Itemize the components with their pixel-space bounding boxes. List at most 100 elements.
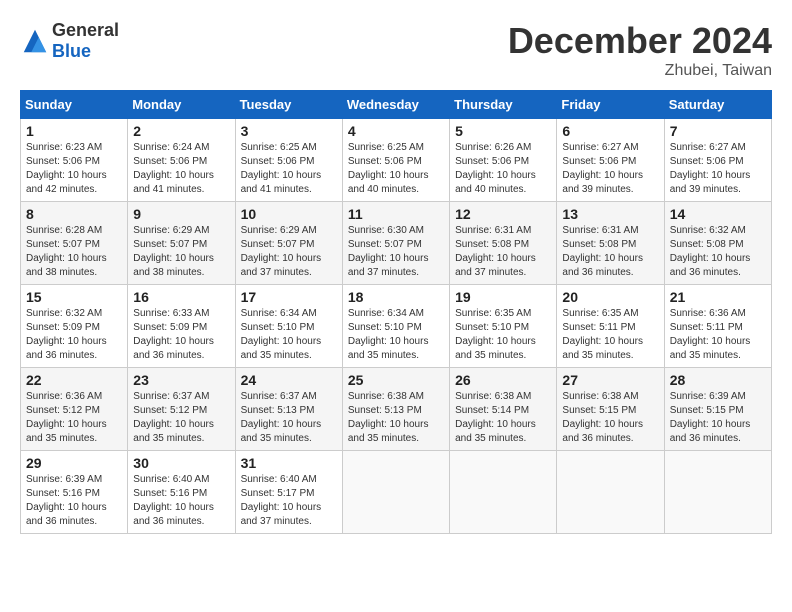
day-number: 3 — [241, 123, 337, 139]
day-sunrise: Sunrise: 6:29 AMSunset: 5:07 PMDaylight:… — [133, 225, 214, 278]
day-sunrise: Sunrise: 6:40 AMSunset: 5:17 PMDaylight:… — [241, 474, 322, 527]
calendar-day-cell: 9 Sunrise: 6:29 AMSunset: 5:07 PMDayligh… — [128, 202, 235, 285]
calendar-day-cell: 27 Sunrise: 6:38 AMSunset: 5:15 PMDaylig… — [557, 368, 664, 451]
calendar-day-cell: 10 Sunrise: 6:29 AMSunset: 5:07 PMDaylig… — [235, 202, 342, 285]
calendar-day-cell: 5 Sunrise: 6:26 AMSunset: 5:06 PMDayligh… — [450, 119, 557, 202]
day-number: 11 — [348, 206, 444, 222]
day-sunrise: Sunrise: 6:29 AMSunset: 5:07 PMDaylight:… — [241, 225, 322, 278]
calendar-day-cell: 3 Sunrise: 6:25 AMSunset: 5:06 PMDayligh… — [235, 119, 342, 202]
day-number: 13 — [562, 206, 658, 222]
day-number: 10 — [241, 206, 337, 222]
calendar-day-cell: 15 Sunrise: 6:32 AMSunset: 5:09 PMDaylig… — [21, 285, 128, 368]
day-sunrise: Sunrise: 6:31 AMSunset: 5:08 PMDaylight:… — [455, 225, 536, 278]
day-number: 22 — [26, 372, 122, 388]
day-sunrise: Sunrise: 6:30 AMSunset: 5:07 PMDaylight:… — [348, 225, 429, 278]
day-number: 28 — [670, 372, 766, 388]
day-sunrise: Sunrise: 6:32 AMSunset: 5:09 PMDaylight:… — [26, 308, 107, 361]
calendar-week-row: 15 Sunrise: 6:32 AMSunset: 5:09 PMDaylig… — [21, 285, 772, 368]
calendar-day-cell: 25 Sunrise: 6:38 AMSunset: 5:13 PMDaylig… — [342, 368, 449, 451]
calendar-day-cell: 19 Sunrise: 6:35 AMSunset: 5:10 PMDaylig… — [450, 285, 557, 368]
day-sunrise: Sunrise: 6:28 AMSunset: 5:07 PMDaylight:… — [26, 225, 107, 278]
day-sunrise: Sunrise: 6:32 AMSunset: 5:08 PMDaylight:… — [670, 225, 751, 278]
day-number: 17 — [241, 289, 337, 305]
day-number: 16 — [133, 289, 229, 305]
day-sunrise: Sunrise: 6:35 AMSunset: 5:11 PMDaylight:… — [562, 308, 643, 361]
calendar-day-cell — [450, 451, 557, 534]
calendar-day-cell: 18 Sunrise: 6:34 AMSunset: 5:10 PMDaylig… — [342, 285, 449, 368]
calendar-week-row: 8 Sunrise: 6:28 AMSunset: 5:07 PMDayligh… — [21, 202, 772, 285]
day-sunrise: Sunrise: 6:38 AMSunset: 5:13 PMDaylight:… — [348, 391, 429, 444]
calendar-day-cell: 4 Sunrise: 6:25 AMSunset: 5:06 PMDayligh… — [342, 119, 449, 202]
day-sunrise: Sunrise: 6:39 AMSunset: 5:16 PMDaylight:… — [26, 474, 107, 527]
calendar-day-cell: 12 Sunrise: 6:31 AMSunset: 5:08 PMDaylig… — [450, 202, 557, 285]
weekday-header: Friday — [557, 91, 664, 119]
calendar-day-cell: 28 Sunrise: 6:39 AMSunset: 5:15 PMDaylig… — [664, 368, 771, 451]
calendar-day-cell: 17 Sunrise: 6:34 AMSunset: 5:10 PMDaylig… — [235, 285, 342, 368]
day-number: 7 — [670, 123, 766, 139]
calendar-day-cell: 30 Sunrise: 6:40 AMSunset: 5:16 PMDaylig… — [128, 451, 235, 534]
day-sunrise: Sunrise: 6:33 AMSunset: 5:09 PMDaylight:… — [133, 308, 214, 361]
calendar-day-cell: 29 Sunrise: 6:39 AMSunset: 5:16 PMDaylig… — [21, 451, 128, 534]
day-number: 18 — [348, 289, 444, 305]
calendar-day-cell: 24 Sunrise: 6:37 AMSunset: 5:13 PMDaylig… — [235, 368, 342, 451]
day-sunrise: Sunrise: 6:23 AMSunset: 5:06 PMDaylight:… — [26, 142, 107, 195]
calendar-day-cell — [557, 451, 664, 534]
day-number: 5 — [455, 123, 551, 139]
calendar-day-cell: 1 Sunrise: 6:23 AMSunset: 5:06 PMDayligh… — [21, 119, 128, 202]
weekday-header: Thursday — [450, 91, 557, 119]
calendar-day-cell: 14 Sunrise: 6:32 AMSunset: 5:08 PMDaylig… — [664, 202, 771, 285]
calendar-day-cell: 23 Sunrise: 6:37 AMSunset: 5:12 PMDaylig… — [128, 368, 235, 451]
calendar-day-cell: 8 Sunrise: 6:28 AMSunset: 5:07 PMDayligh… — [21, 202, 128, 285]
day-sunrise: Sunrise: 6:26 AMSunset: 5:06 PMDaylight:… — [455, 142, 536, 195]
weekday-header: Monday — [128, 91, 235, 119]
location: Zhubei, Taiwan — [508, 62, 772, 80]
calendar-week-row: 22 Sunrise: 6:36 AMSunset: 5:12 PMDaylig… — [21, 368, 772, 451]
day-number: 20 — [562, 289, 658, 305]
calendar-day-cell: 11 Sunrise: 6:30 AMSunset: 5:07 PMDaylig… — [342, 202, 449, 285]
day-sunrise: Sunrise: 6:38 AMSunset: 5:15 PMDaylight:… — [562, 391, 643, 444]
title-area: December 2024 Zhubei, Taiwan — [508, 20, 772, 80]
day-sunrise: Sunrise: 6:31 AMSunset: 5:08 PMDaylight:… — [562, 225, 643, 278]
day-sunrise: Sunrise: 6:27 AMSunset: 5:06 PMDaylight:… — [670, 142, 751, 195]
calendar-day-cell: 26 Sunrise: 6:38 AMSunset: 5:14 PMDaylig… — [450, 368, 557, 451]
logo: General Blue — [20, 20, 119, 62]
day-number: 30 — [133, 455, 229, 471]
month-title: December 2024 — [508, 20, 772, 62]
calendar-day-cell: 13 Sunrise: 6:31 AMSunset: 5:08 PMDaylig… — [557, 202, 664, 285]
day-number: 23 — [133, 372, 229, 388]
page-header: General Blue December 2024 Zhubei, Taiwa… — [20, 20, 772, 80]
day-sunrise: Sunrise: 6:24 AMSunset: 5:06 PMDaylight:… — [133, 142, 214, 195]
calendar-day-cell: 20 Sunrise: 6:35 AMSunset: 5:11 PMDaylig… — [557, 285, 664, 368]
calendar-table: SundayMondayTuesdayWednesdayThursdayFrid… — [20, 90, 772, 534]
day-number: 6 — [562, 123, 658, 139]
day-sunrise: Sunrise: 6:37 AMSunset: 5:12 PMDaylight:… — [133, 391, 214, 444]
calendar-day-cell — [342, 451, 449, 534]
day-sunrise: Sunrise: 6:37 AMSunset: 5:13 PMDaylight:… — [241, 391, 322, 444]
day-number: 4 — [348, 123, 444, 139]
day-number: 2 — [133, 123, 229, 139]
calendar-day-cell: 22 Sunrise: 6:36 AMSunset: 5:12 PMDaylig… — [21, 368, 128, 451]
day-sunrise: Sunrise: 6:27 AMSunset: 5:06 PMDaylight:… — [562, 142, 643, 195]
calendar-day-cell: 6 Sunrise: 6:27 AMSunset: 5:06 PMDayligh… — [557, 119, 664, 202]
calendar-day-cell: 31 Sunrise: 6:40 AMSunset: 5:17 PMDaylig… — [235, 451, 342, 534]
calendar-week-row: 1 Sunrise: 6:23 AMSunset: 5:06 PMDayligh… — [21, 119, 772, 202]
calendar-day-cell: 21 Sunrise: 6:36 AMSunset: 5:11 PMDaylig… — [664, 285, 771, 368]
logo-text: General Blue — [52, 20, 119, 62]
calendar-day-cell — [664, 451, 771, 534]
day-sunrise: Sunrise: 6:36 AMSunset: 5:11 PMDaylight:… — [670, 308, 751, 361]
weekday-header: Sunday — [21, 91, 128, 119]
calendar-day-cell: 16 Sunrise: 6:33 AMSunset: 5:09 PMDaylig… — [128, 285, 235, 368]
weekday-header: Tuesday — [235, 91, 342, 119]
day-number: 31 — [241, 455, 337, 471]
day-number: 26 — [455, 372, 551, 388]
day-number: 29 — [26, 455, 122, 471]
day-sunrise: Sunrise: 6:34 AMSunset: 5:10 PMDaylight:… — [348, 308, 429, 361]
day-sunrise: Sunrise: 6:36 AMSunset: 5:12 PMDaylight:… — [26, 391, 107, 444]
day-number: 1 — [26, 123, 122, 139]
day-number: 25 — [348, 372, 444, 388]
calendar-day-cell: 2 Sunrise: 6:24 AMSunset: 5:06 PMDayligh… — [128, 119, 235, 202]
day-number: 14 — [670, 206, 766, 222]
day-number: 24 — [241, 372, 337, 388]
calendar-day-cell: 7 Sunrise: 6:27 AMSunset: 5:06 PMDayligh… — [664, 119, 771, 202]
weekday-header: Wednesday — [342, 91, 449, 119]
